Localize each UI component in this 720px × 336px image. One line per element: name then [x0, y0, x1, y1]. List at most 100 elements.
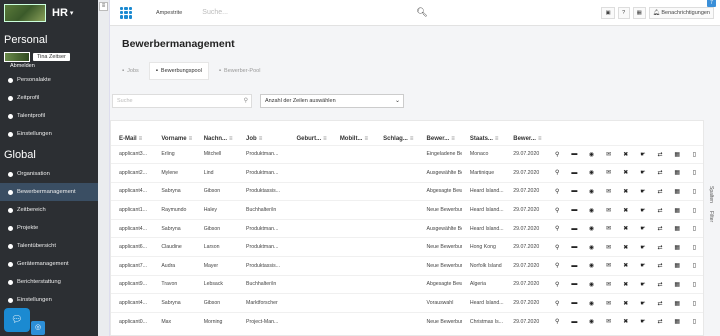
eye-icon[interactable]: ◉	[582, 200, 601, 220]
table-search-input[interactable]: Suche ⚲	[112, 94, 252, 108]
mail-icon[interactable]: ✉	[600, 311, 618, 331]
trash-icon[interactable]: ▯	[685, 237, 703, 257]
briefcase-icon[interactable]: ▬	[565, 163, 583, 183]
column-menu-icon[interactable]: ≡	[189, 136, 193, 142]
briefcase-icon[interactable]: ▬	[565, 237, 583, 257]
column-menu-icon[interactable]: ≡	[410, 136, 414, 142]
trash-icon[interactable]: ▯	[685, 293, 703, 313]
thumbs-up-icon[interactable]: ☛	[634, 218, 652, 238]
user-profile[interactable]: Tina Zeitser	[0, 48, 98, 62]
transfer-icon[interactable]: ⇄	[651, 181, 669, 201]
column-menu-icon[interactable]: ≡	[495, 136, 499, 142]
reject-icon[interactable]: ✖	[617, 163, 635, 183]
eye-icon[interactable]: ◉	[582, 181, 601, 201]
column-header[interactable]: Vorname ≡	[153, 121, 195, 145]
mail-icon[interactable]: ✉	[600, 237, 618, 257]
transfer-icon[interactable]: ⇄	[651, 293, 669, 313]
search-icon[interactable]: ⚲	[548, 218, 566, 238]
transfer-icon[interactable]: ⇄	[651, 274, 669, 294]
table-row[interactable]: applicant4... Sabryna Gibson Produktman... A…	[111, 218, 703, 238]
table-row[interactable]: applicant7... Audra Mayer Produktassis... Ne…	[111, 256, 703, 276]
search-icon[interactable]: ⚲	[548, 274, 566, 294]
eye-icon[interactable]: ◉	[582, 256, 601, 276]
column-header[interactable]: E-Mail ≡	[111, 121, 153, 145]
mail-icon[interactable]: ✉	[600, 163, 618, 183]
eye-icon[interactable]: ◉	[582, 163, 601, 183]
briefcase-icon[interactable]: ▬	[565, 293, 583, 313]
reject-icon[interactable]: ✖	[617, 181, 635, 201]
transfer-icon[interactable]: ⇄	[651, 218, 669, 238]
sidebar-item-talentübersicht[interactable]: Talentübersicht	[0, 237, 98, 255]
help-bubble-icon[interactable]: ◎	[31, 321, 45, 335]
calendar-icon[interactable]: ▦	[668, 218, 686, 238]
calendar-icon[interactable]: ▦	[668, 256, 686, 276]
reject-icon[interactable]: ✖	[617, 256, 635, 276]
table-row[interactable]: applicant9... Travon Lebsack Buchhalter/in A…	[111, 274, 703, 294]
trash-icon[interactable]: ▯	[685, 200, 703, 220]
transfer-icon[interactable]: ⇄	[651, 311, 669, 331]
briefcase-icon[interactable]: ▬	[565, 256, 583, 276]
trash-icon[interactable]: ▯	[685, 274, 703, 294]
reject-icon[interactable]: ✖	[617, 144, 635, 164]
reject-icon[interactable]: ✖	[617, 237, 635, 257]
tab-bewerbungspool[interactable]: ▪ Bewerbungspool	[148, 62, 209, 80]
trash-icon[interactable]: ▯	[685, 311, 703, 331]
help-icon[interactable]: ?	[617, 6, 630, 19]
sidebar-item-bewerbermanagement[interactable]: Bewerbermanagement	[0, 183, 98, 201]
calendar-icon[interactable]: ▦	[668, 293, 686, 313]
search-icon[interactable]: ⚲	[548, 163, 566, 183]
thumbs-up-icon[interactable]: ☛	[634, 311, 652, 331]
trash-icon[interactable]: ▯	[685, 144, 703, 164]
briefcase-icon[interactable]: ▬	[565, 181, 583, 201]
briefcase-icon[interactable]: ▬	[565, 274, 583, 294]
search-icon[interactable]: 🔍︎	[416, 7, 427, 18]
mail-icon[interactable]: ✉	[600, 181, 618, 201]
calendar-icon[interactable]: ▦	[668, 311, 686, 331]
trash-icon[interactable]: ▯	[685, 256, 703, 276]
calendar-icon[interactable]: ▦	[668, 144, 686, 164]
mail-icon[interactable]: ✉	[600, 200, 618, 220]
column-header[interactable]: Staats... ≡	[462, 121, 505, 145]
transfer-icon[interactable]: ⇄	[651, 237, 669, 257]
mail-icon[interactable]: ✉	[600, 218, 618, 238]
eye-icon[interactable]: ◉	[582, 237, 601, 257]
mail-icon[interactable]: ✉	[600, 274, 618, 294]
logout-link[interactable]: Abmelden	[0, 62, 98, 71]
trash-icon[interactable]: ▯	[685, 218, 703, 238]
column-menu-icon[interactable]: ≡	[139, 136, 143, 142]
notifications-button[interactable]: 🔔︎ Benachrichtigungen 7	[648, 0, 716, 19]
trash-icon[interactable]: ▯	[685, 181, 703, 201]
sidebar-item-berichterstattung[interactable]: Berichterstattung	[0, 273, 98, 291]
briefcase-icon[interactable]: ▬	[565, 200, 583, 220]
thumbs-up-icon[interactable]: ☛	[634, 237, 652, 257]
calendar-icon[interactable]: ▦	[632, 6, 646, 19]
tab-bewerber-pool[interactable]: ▪ Bewerber-Pool	[212, 62, 267, 80]
thumbs-up-icon[interactable]: ☛	[634, 163, 652, 183]
tab-jobs[interactable]: ▪ Jobs	[116, 62, 145, 80]
calendar-icon[interactable]: ▦	[668, 237, 686, 257]
column-menu-icon[interactable]: ≡	[323, 136, 327, 142]
sidebar-item-einstellungen[interactable]: Einstellungen	[0, 291, 98, 309]
layout-icon[interactable]: ▣	[601, 6, 615, 19]
reject-icon[interactable]: ✖	[617, 200, 635, 220]
thumbs-up-icon[interactable]: ☛	[634, 200, 652, 220]
sidebar-item-zeitbereich[interactable]: Zeitbereich	[0, 201, 98, 219]
search-icon[interactable]: ⚲	[548, 144, 566, 164]
filter-side-tab[interactable]: Filter	[708, 211, 714, 222]
table-row[interactable]: applicant4... Sabryna Gibson Produktassis..…	[111, 181, 703, 201]
app-grid-icon[interactable]	[120, 6, 132, 19]
search-icon[interactable]: ⚲	[548, 293, 566, 313]
rows-per-page-select[interactable]: Anzahl der Zeilen auswählen ⌄	[260, 94, 404, 108]
column-header[interactable]: Geburt... ≡	[288, 121, 331, 145]
calendar-icon[interactable]: ▦	[668, 181, 686, 201]
column-header[interactable]: Bewer... ≡	[419, 121, 462, 145]
search-icon[interactable]: ⚲	[548, 237, 566, 257]
briefcase-icon[interactable]: ▬	[565, 144, 583, 164]
eye-icon[interactable]: ◉	[582, 293, 601, 313]
menu-toggle-icon[interactable]: ≡	[99, 2, 108, 11]
table-row[interactable]: applicant4... Sabryna Gibson Marktforscher V…	[111, 293, 703, 313]
mail-icon[interactable]: ✉	[600, 144, 618, 164]
sidebar-item-projekte[interactable]: Projekte	[0, 219, 98, 237]
sidebar-item-einstellungen[interactable]: Einstellungen	[0, 125, 98, 143]
mail-icon[interactable]: ✉	[600, 293, 618, 313]
